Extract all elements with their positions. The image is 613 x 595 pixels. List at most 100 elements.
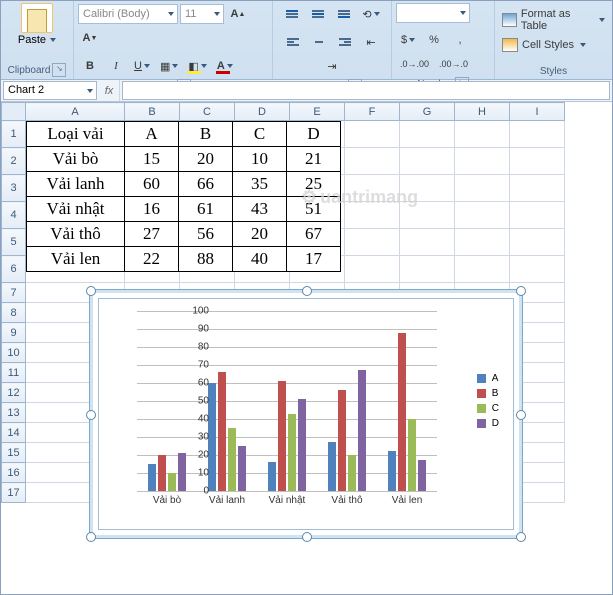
plot-area[interactable] [137, 311, 437, 491]
bar[interactable] [228, 428, 236, 491]
row-header[interactable]: 14 [2, 423, 26, 443]
resize-handle[interactable] [516, 410, 526, 420]
borders-button[interactable]: ▦ [156, 55, 182, 77]
table-cell[interactable]: 40 [233, 247, 287, 272]
bar[interactable] [148, 464, 156, 491]
table-header-cell[interactable]: A [125, 122, 179, 147]
table-cell[interactable]: 51 [287, 197, 341, 222]
cell[interactable] [400, 121, 455, 148]
bar[interactable] [268, 462, 276, 491]
column-header[interactable]: D [235, 103, 290, 121]
table-cell[interactable]: 17 [287, 247, 341, 272]
bar[interactable] [288, 414, 296, 491]
table-cell[interactable]: 10 [233, 147, 287, 172]
cell[interactable] [345, 175, 400, 202]
align-center-button[interactable] [307, 31, 331, 53]
cell[interactable] [345, 256, 400, 283]
bar[interactable] [238, 446, 246, 491]
resize-handle[interactable] [86, 532, 96, 542]
table-cell[interactable]: 66 [179, 172, 233, 197]
row-header[interactable]: 13 [2, 403, 26, 423]
bar[interactable] [418, 460, 426, 491]
row-header[interactable]: 16 [2, 463, 26, 483]
row-header[interactable]: 1 [2, 121, 26, 148]
table-cell[interactable]: 16 [125, 197, 179, 222]
column-header[interactable]: H [455, 103, 510, 121]
decrease-decimal-button[interactable]: .00→.0 [435, 53, 472, 75]
cell[interactable] [510, 121, 565, 148]
table-cell[interactable]: 20 [179, 147, 233, 172]
cell[interactable] [455, 256, 510, 283]
underline-button[interactable]: U [130, 55, 154, 77]
table-cell[interactable]: 43 [233, 197, 287, 222]
bar[interactable] [178, 453, 186, 491]
cell[interactable] [455, 175, 510, 202]
percent-button[interactable]: % [422, 29, 446, 51]
table-cell[interactable]: 21 [287, 147, 341, 172]
table-cell[interactable]: Vải lanh [27, 172, 125, 197]
cell[interactable] [510, 175, 565, 202]
shrink-font-button[interactable]: A▼ [78, 27, 102, 49]
cell[interactable] [345, 202, 400, 229]
bar[interactable] [158, 455, 166, 491]
table-header-cell[interactable]: D [287, 122, 341, 147]
bar[interactable] [408, 419, 416, 491]
table-cell[interactable]: Vải len [27, 247, 125, 272]
row-header[interactable]: 5 [2, 229, 26, 256]
cell[interactable] [455, 202, 510, 229]
legend-item[interactable]: D [477, 418, 499, 429]
italic-button[interactable]: I [104, 55, 128, 77]
table-cell[interactable]: 61 [179, 197, 233, 222]
cell[interactable] [400, 256, 455, 283]
font-size-combo[interactable]: 11 [180, 4, 224, 24]
fill-color-button[interactable]: ◧ [184, 55, 210, 77]
align-bottom-button[interactable] [332, 3, 356, 25]
increase-indent-button[interactable]: ⇥ [320, 55, 344, 77]
legend[interactable]: ABCD [477, 369, 499, 433]
bar[interactable] [328, 442, 336, 491]
resize-handle[interactable] [302, 286, 312, 296]
table-header-cell[interactable]: C [233, 122, 287, 147]
chart-area[interactable]: ABCD 0102030405060708090100Vải bòVải lan… [98, 298, 514, 530]
table-header-cell[interactable]: B [179, 122, 233, 147]
increase-decimal-button[interactable]: .0→.00 [396, 53, 433, 75]
data-table[interactable]: Loại vảiABCDVải bò15201021Vải lanh606635… [26, 121, 341, 272]
align-right-button[interactable] [333, 31, 357, 53]
legend-item[interactable]: A [477, 373, 499, 384]
row-header[interactable]: 3 [2, 175, 26, 202]
table-cell[interactable]: 67 [287, 222, 341, 247]
table-cell[interactable]: Vải nhật [27, 197, 125, 222]
column-header[interactable]: C [180, 103, 235, 121]
table-cell[interactable]: 15 [125, 147, 179, 172]
row-header[interactable]: 6 [2, 256, 26, 283]
resize-handle[interactable] [302, 532, 312, 542]
resize-handle[interactable] [86, 410, 96, 420]
row-header[interactable]: 9 [2, 323, 26, 343]
resize-handle[interactable] [516, 532, 526, 542]
legend-item[interactable]: C [477, 403, 499, 414]
row-header[interactable]: 17 [2, 483, 26, 503]
decrease-indent-button[interactable]: ⇤ [359, 31, 383, 53]
column-header[interactable]: A [26, 103, 125, 121]
cell[interactable] [345, 148, 400, 175]
cell[interactable] [510, 229, 565, 256]
column-header[interactable]: G [400, 103, 455, 121]
legend-item[interactable]: B [477, 388, 499, 399]
align-left-button[interactable] [281, 31, 305, 53]
table-cell[interactable]: 35 [233, 172, 287, 197]
table-cell[interactable]: Vải thô [27, 222, 125, 247]
bar[interactable] [348, 455, 356, 491]
row-header[interactable]: 7 [2, 283, 26, 303]
row-header[interactable]: 4 [2, 202, 26, 229]
resize-handle[interactable] [516, 286, 526, 296]
table-header-cell[interactable]: Loại vải [27, 122, 125, 147]
font-color-button[interactable]: A [213, 55, 237, 77]
cell[interactable] [400, 148, 455, 175]
table-cell[interactable]: 60 [125, 172, 179, 197]
orientation-button[interactable]: ⟲ [358, 3, 383, 25]
currency-button[interactable]: $ [396, 29, 420, 51]
cell[interactable] [510, 256, 565, 283]
format-as-table-button[interactable]: Format as Table [499, 7, 608, 33]
table-cell[interactable]: 27 [125, 222, 179, 247]
row-header[interactable]: 10 [2, 343, 26, 363]
